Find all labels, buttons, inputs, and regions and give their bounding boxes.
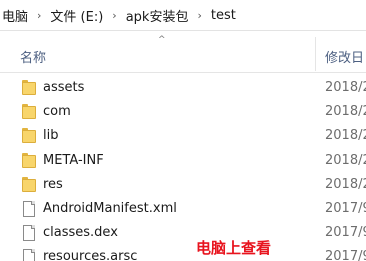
list-item[interactable]: assets 2018/2 [0,77,366,101]
breadcrumb: 电脑 › 文件 (E:) › apk安装包 › test [0,0,366,31]
breadcrumb-item-apk-folder[interactable]: apk安装包 [124,6,191,25]
folder-icon [22,152,38,169]
file-name: assets [43,80,85,95]
file-date: 2018/2 [325,176,366,192]
file-name: res [43,176,63,192]
list-item[interactable]: AndroidManifest.xml 2017/9 [0,198,366,222]
file-name: com [43,104,71,120]
file-icon [22,200,38,217]
breadcrumb-item-drive-e[interactable]: 文件 (E:) [48,6,105,25]
list-item[interactable]: META-INF 2018/2 [0,150,366,174]
file-name: lib [43,128,59,144]
list-item[interactable]: com 2018/2 [0,101,366,125]
list-item[interactable]: classes.dex 2017/9 [0,222,366,246]
file-icon [22,225,38,242]
folder-icon [22,80,38,96]
folder-icon [22,128,38,144]
column-header-name[interactable]: 名称 [20,47,46,66]
file-date: 2018/2 [325,152,366,168]
file-icon [22,249,38,261]
list-item[interactable]: lib 2018/2 [0,125,366,149]
list-item[interactable]: res 2018/2 [0,174,366,198]
file-name: META-INF [43,152,104,168]
column-divider[interactable] [315,37,316,71]
list-item[interactable]: resources.arsc 2017/9 [0,246,366,261]
file-name: AndroidManifest.xml [43,200,177,216]
folder-icon [22,104,38,120]
column-header-date-modified[interactable]: 修改日 [325,47,364,66]
file-date: 2017/9 [325,249,366,261]
file-date: 2018/2 [325,128,366,144]
file-list: assets 2018/2 com 2018/2 lib 2018/2 META… [0,77,366,261]
file-name: classes.dex [43,225,118,241]
breadcrumb-item-computer[interactable]: 电脑 [0,6,30,25]
file-date: 2018/2 [325,104,366,120]
chevron-right-icon[interactable]: › [30,9,48,22]
file-date: 2018/2 [325,80,366,95]
overlay-caption: 电脑上查看 [196,239,272,257]
chevron-right-icon[interactable]: › [190,9,208,22]
folder-icon [22,176,38,193]
file-name: resources.arsc [43,249,138,261]
file-date: 2017/9 [325,225,366,241]
file-date: 2017/9 [325,200,366,216]
sort-ascending-icon: ^ [158,35,166,45]
breadcrumb-item-test[interactable]: test [209,8,238,23]
chevron-right-icon[interactable]: › [105,9,123,22]
column-header-row: ^ 名称 修改日 [0,31,366,73]
